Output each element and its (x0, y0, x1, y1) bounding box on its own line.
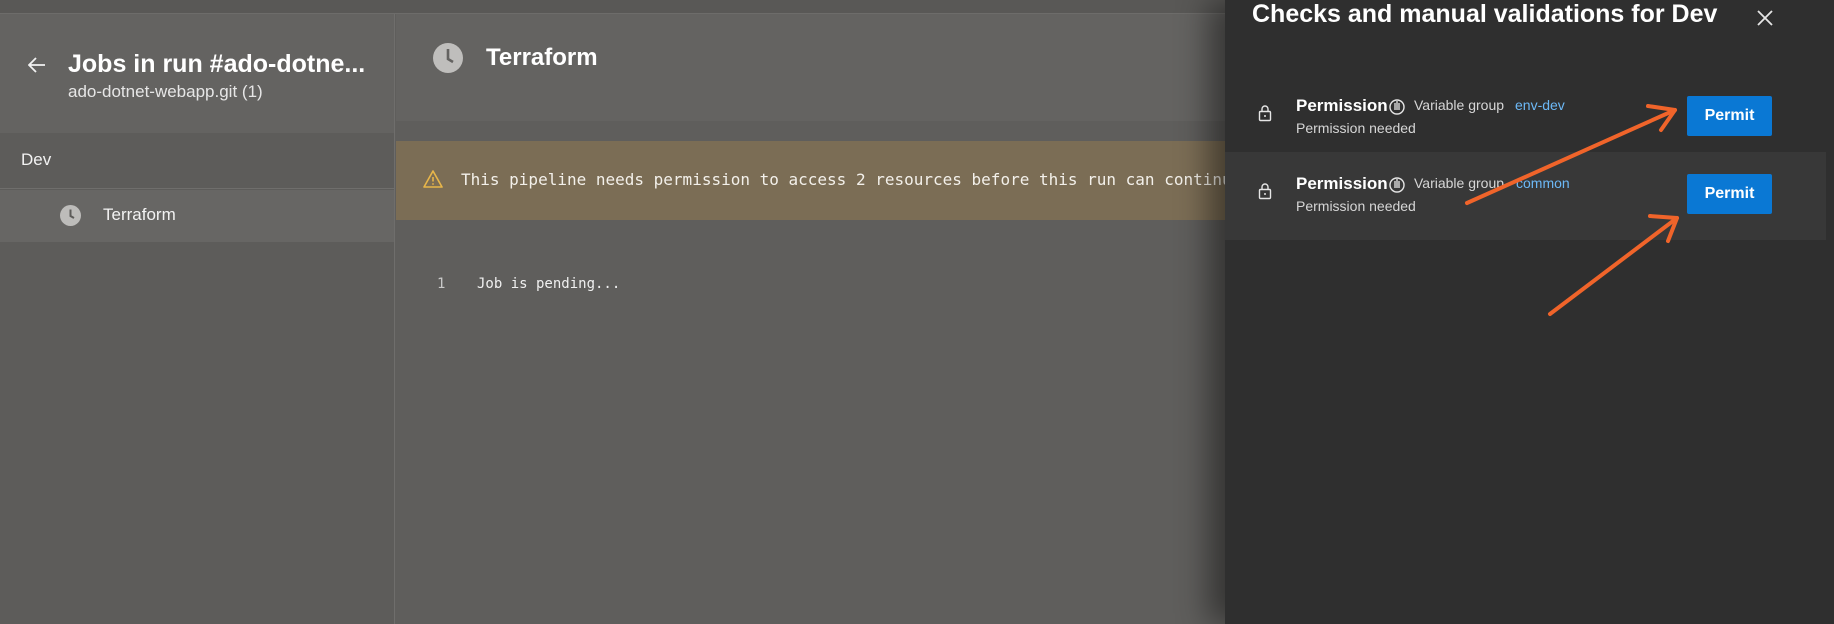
clock-icon (60, 205, 81, 226)
run-header: Jobs in run #ado-dotne... ado-dotnet-web… (0, 14, 394, 133)
run-title: Jobs in run #ado-dotne... (68, 50, 366, 78)
stage-dev[interactable]: Dev (0, 133, 394, 189)
repo-name: ado-dotnet-webapp.git (1) (68, 82, 263, 101)
log-line-text: Job is pending... (477, 276, 621, 292)
warning-text: This pipeline needs permission to access… (461, 170, 1232, 189)
clock-icon-glyph (446, 49, 454, 64)
stage-label: Dev (21, 150, 52, 169)
clock-icon (433, 43, 463, 73)
approval-hand-icon (1389, 177, 1405, 193)
panel-title: Checks and manual validations for Dev (1252, 0, 1718, 28)
back-arrow-icon[interactable] (26, 54, 48, 76)
resource-link-common[interactable]: common (1516, 175, 1570, 191)
checks-panel: Checks and manual validations for Dev Pe… (1225, 0, 1834, 624)
job-terraform[interactable]: Terraform (0, 190, 394, 242)
resource-link-env-dev[interactable]: env-dev (1515, 97, 1565, 113)
check-item: Permission Variable group common Permiss… (1225, 152, 1826, 240)
check-name: Permission (1296, 174, 1388, 193)
jobs-panel: Jobs in run #ado-dotne... ado-dotnet-web… (0, 14, 395, 624)
check-status: Permission needed (1296, 198, 1416, 214)
permit-button-env-dev[interactable]: Permit (1687, 96, 1772, 136)
permit-button-common[interactable]: Permit (1687, 174, 1772, 214)
check-status: Permission needed (1296, 120, 1416, 136)
lock-icon (1258, 105, 1272, 122)
clock-icon-glyph (69, 209, 75, 219)
back-arrow-icon-glyph (28, 57, 45, 73)
approval-hand-icon (1389, 99, 1405, 115)
lock-icon (1258, 183, 1272, 200)
close-icon[interactable] (1753, 6, 1777, 30)
check-type: Variable group (1414, 97, 1505, 113)
job-title: Terraform (486, 44, 598, 71)
pipeline-run-page: Jobs in run #ado-dotne... ado-dotnet-web… (0, 0, 1834, 624)
check-type: Variable group (1414, 175, 1505, 191)
job-label: Terraform (103, 205, 176, 224)
check-name: Permission (1296, 96, 1388, 115)
warning-icon (423, 170, 443, 188)
check-item: Permission Variable group env-dev Permis… (1225, 74, 1826, 162)
log-line-number: 1 (437, 276, 446, 292)
